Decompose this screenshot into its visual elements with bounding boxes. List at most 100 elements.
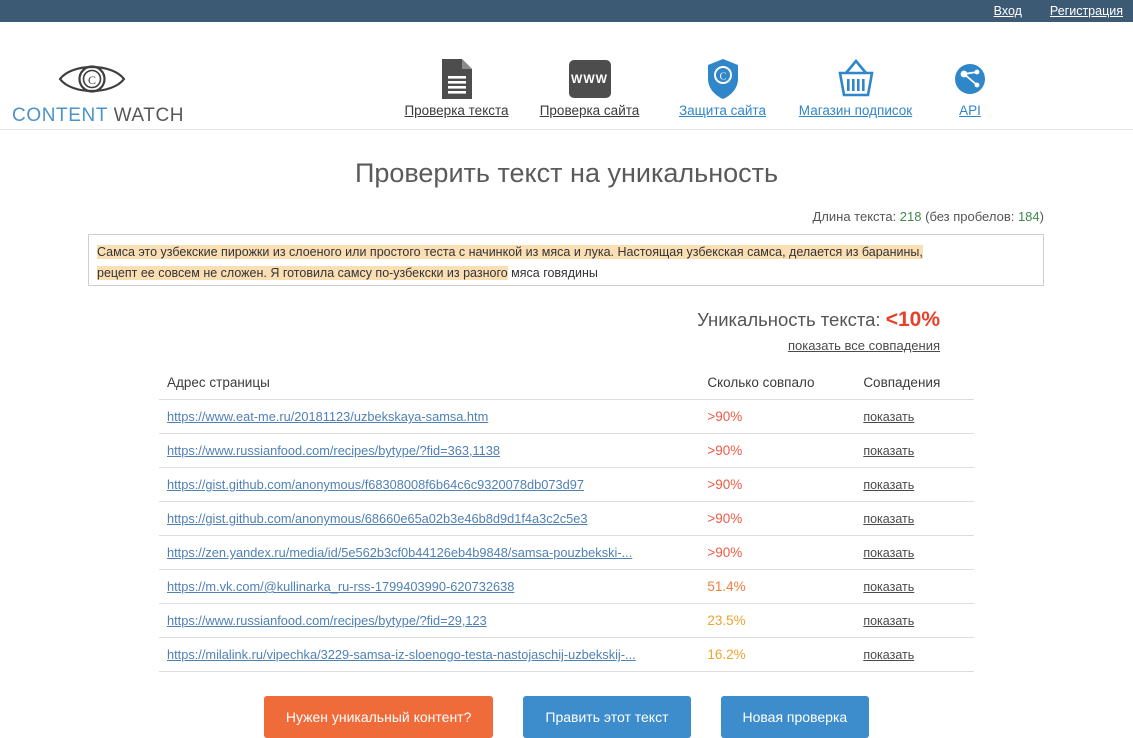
register-link[interactable]: Регистрация (1050, 4, 1123, 18)
result-url-link[interactable]: https://gist.github.com/anonymous/68660e… (167, 511, 588, 526)
result-url-link[interactable]: https://www.russianfood.com/recipes/byty… (167, 443, 500, 458)
cell-percent: >90% (707, 433, 864, 468)
nav-label: Проверка текста (404, 103, 509, 118)
new-check-button[interactable]: Новая проверка (720, 696, 870, 738)
login-link[interactable]: Вход (994, 4, 1022, 18)
column-header-matches: Совпадения (863, 375, 941, 390)
table-header-row: Адрес страницы Сколько совпало Совпадени… (159, 371, 974, 400)
text-length-prefix: Длина текста: (812, 209, 900, 224)
uniqueness-value: <10% (885, 308, 940, 331)
nav-item-site-protection[interactable]: C Защита сайта (656, 56, 789, 120)
show-match-link[interactable]: показать (863, 410, 914, 424)
nav-item-text-check[interactable]: Проверка текста (390, 56, 523, 120)
cell-percent: >90% (707, 399, 864, 434)
cell-url: https://www.russianfood.com/recipes/byty… (159, 603, 708, 638)
logo-text-content: CONTENT (12, 105, 108, 126)
logo-text: CONTENT WATCH (12, 105, 184, 127)
table-row: https://m.vk.com/@kullinarka_ru-rss-1799… (159, 569, 974, 604)
table-row: https://www.russianfood.com/recipes/byty… (159, 433, 974, 468)
text-length-suffix: ) (1039, 209, 1044, 224)
result-url-link[interactable]: https://gist.github.com/anonymous/f68308… (167, 477, 584, 492)
match-percent: >90% (707, 511, 743, 526)
table-row: https://gist.github.com/anonymous/68660e… (159, 501, 974, 536)
text-length-middle: (без пробелов: (921, 209, 1018, 224)
nav-item-api[interactable]: API (922, 56, 1018, 120)
nav-item-site-check[interactable]: WWW Проверка сайта (523, 56, 656, 120)
cell-matches: показать (863, 501, 974, 536)
match-percent: 23.5% (707, 613, 746, 628)
need-unique-content-button[interactable]: Нужен уникальный контент? (263, 696, 494, 738)
show-all-matches-link[interactable]: показать все совпадения (0, 338, 940, 353)
show-match-link[interactable]: показать (863, 478, 914, 492)
uniqueness-result: Уникальность текста: <10% показать все с… (0, 308, 1133, 353)
cell-url: https://milalink.ru/vipechka/3229-samsa-… (159, 637, 708, 672)
cell-url: https://zen.yandex.ru/media/id/5e562b3cf… (159, 535, 708, 570)
cell-matches: показать (863, 637, 974, 672)
checked-text-area[interactable]: Самса это узбекские пирожки из слоеного … (88, 234, 1044, 286)
results-table-body: https://www.eat-me.ru/20181123/uzbekskay… (159, 399, 974, 672)
eye-copyright-icon: C (12, 58, 172, 100)
show-match-link[interactable]: показать (863, 648, 914, 662)
table-row: https://zen.yandex.ru/media/id/5e562b3cf… (159, 535, 974, 570)
cell-url: https://gist.github.com/anonymous/f68308… (159, 467, 708, 502)
match-percent: >90% (707, 409, 743, 424)
result-url-link[interactable]: https://zen.yandex.ru/media/id/5e562b3cf… (167, 545, 632, 560)
uniqueness-label: Уникальность текста: (697, 309, 886, 330)
main-nav: Проверка текста WWW Проверка сайта C Защ… (390, 56, 1018, 120)
result-url-link[interactable]: https://milalink.ru/vipechka/3229-samsa-… (167, 647, 636, 662)
basket-icon (789, 56, 922, 102)
nav-label: API (959, 103, 981, 118)
show-match-link[interactable]: показать (863, 444, 914, 458)
cell-url: https://www.eat-me.ru/20181123/uzbekskay… (159, 399, 708, 434)
show-match-link[interactable]: показать (863, 512, 914, 526)
nav-label: Проверка сайта (539, 103, 640, 118)
table-row: https://milalink.ru/vipechka/3229-samsa-… (159, 637, 974, 672)
table-row: https://www.eat-me.ru/20181123/uzbekskay… (159, 399, 974, 434)
column-header-percent: Сколько совпало (707, 375, 815, 390)
highlighted-text-line1: Самса это узбекские пирожки из слоеного … (97, 245, 923, 259)
cell-matches: показать (863, 433, 974, 468)
text-length-value: 218 (899, 209, 922, 224)
result-url-link[interactable]: https://m.vk.com/@kullinarka_ru-rss-1799… (167, 579, 514, 594)
show-match-link[interactable]: показать (863, 546, 914, 560)
text-length-info: Длина текста: 218 (без пробелов: 184) (0, 209, 1133, 224)
logo[interactable]: C CONTENT WATCH (12, 58, 184, 127)
match-percent: >90% (707, 545, 743, 560)
show-match-link[interactable]: показать (863, 580, 914, 594)
match-percent: >90% (707, 477, 743, 492)
cell-percent: >90% (707, 501, 864, 536)
cell-percent: 51.4% (707, 569, 864, 604)
cell-matches: показать (863, 569, 974, 604)
svg-text:C: C (88, 73, 96, 87)
result-url-link[interactable]: https://www.russianfood.com/recipes/byty… (167, 613, 487, 628)
match-percent: >90% (707, 443, 743, 458)
cell-percent: 16.2% (707, 637, 864, 672)
plain-text-tail: мяса говядины (507, 266, 598, 280)
cell-matches: показать (863, 535, 974, 570)
table-row: https://www.russianfood.com/recipes/byty… (159, 603, 974, 638)
show-match-link[interactable]: показать (863, 614, 914, 628)
site-header: C CONTENT WATCH Проверка текста WWW Пров… (0, 22, 1133, 130)
match-percent: 16.2% (707, 647, 746, 662)
cell-url: https://gist.github.com/anonymous/68660e… (159, 501, 708, 536)
column-header-url: Адрес страницы (167, 375, 270, 390)
uniqueness-line: Уникальность текста: <10% (0, 308, 940, 332)
main-content: Проверить текст на уникальность Длина те… (0, 158, 1133, 738)
logo-text-watch: WATCH (107, 105, 185, 126)
page-title: Проверить текст на уникальность (354, 158, 779, 188)
cell-url: https://www.russianfood.com/recipes/byty… (159, 433, 708, 468)
cell-percent: >90% (707, 467, 864, 502)
results-table: Адрес страницы Сколько совпало Совпадени… (159, 371, 974, 672)
text-length-nospaces: 184 (1017, 209, 1040, 224)
document-text-icon (390, 56, 523, 102)
shield-copyright-icon: C (656, 56, 789, 102)
api-nodes-icon (922, 56, 1018, 102)
table-row: https://gist.github.com/anonymous/f68308… (159, 467, 974, 502)
nav-label: Защита сайта (679, 103, 766, 118)
www-box-icon: WWW (523, 56, 656, 102)
nav-item-subscription-shop[interactable]: Магазин подписок (789, 56, 922, 120)
highlighted-text-line2: рецепт ее совсем не сложен. Я готовила с… (97, 266, 508, 280)
result-url-link[interactable]: https://www.eat-me.ru/20181123/uzbekskay… (167, 409, 488, 424)
cell-url: https://m.vk.com/@kullinarka_ru-rss-1799… (159, 569, 708, 604)
edit-text-button[interactable]: Править этот текст (523, 696, 691, 738)
